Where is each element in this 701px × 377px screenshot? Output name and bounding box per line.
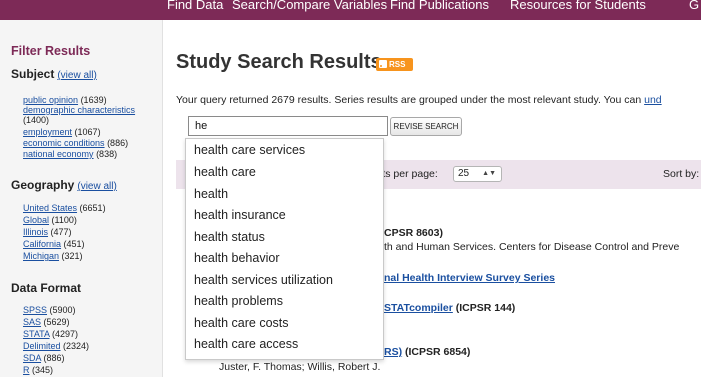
subject-heading-label: Subject	[11, 67, 55, 81]
top-navigation: Find Data Search/Compare Variables Find …	[0, 0, 701, 20]
autocomplete-item[interactable]: health behavior	[194, 251, 279, 265]
filter-item-count: (5629)	[43, 317, 70, 327]
autocomplete-item[interactable]: health problems	[194, 294, 283, 308]
filter-item-label[interactable]: California	[23, 239, 61, 249]
filter-item-public-opinion[interactable]: public opinion (1639)	[23, 95, 107, 105]
filter-item-count: (4297)	[52, 329, 79, 339]
geography-view-all-link[interactable]: (view all)	[77, 181, 116, 192]
filter-item-united-states[interactable]: United States (6651)	[23, 203, 106, 213]
result-3-link[interactable]: RS)	[384, 346, 402, 358]
search-input[interactable]	[188, 116, 388, 136]
filter-item-spss[interactable]: SPSS (5900)	[23, 305, 76, 315]
filter-item-count: (1067)	[74, 127, 101, 137]
filter-results-title: Filter Results	[11, 44, 91, 58]
filter-item-national-economy[interactable]: national economy (838)	[23, 149, 117, 159]
filter-item-demographic-characteristics[interactable]: demographic characteristics	[23, 105, 135, 115]
filter-item-employment[interactable]: employment (1067)	[23, 127, 101, 137]
series-link[interactable]: nal Health Interview Survey Series	[384, 272, 555, 284]
subject-heading: Subject (view all)	[11, 67, 97, 81]
autocomplete-item[interactable]: health insurance	[194, 208, 286, 222]
result-3-title[interactable]: RS) (ICPSR 6854)	[384, 346, 470, 358]
filter-item-count: (886)	[43, 353, 65, 363]
per-page-label: lts per page:	[380, 168, 438, 180]
autocomplete-item[interactable]: health status	[194, 230, 265, 244]
filter-item-michigan[interactable]: Michigan (321)	[23, 251, 83, 261]
filter-item-delimited[interactable]: Delimited (2324)	[23, 341, 89, 351]
filter-item-label[interactable]: Illinois	[23, 227, 48, 237]
results-summary: Your query returned 2679 results. Series…	[176, 94, 662, 106]
filter-item-label[interactable]: Delimited	[23, 341, 61, 351]
results-summary-text: Your query returned 2679 results. Series…	[176, 94, 645, 106]
revise-search-button[interactable]: REVISE SEARCH	[390, 117, 462, 136]
sort-by-label: Sort by:	[663, 168, 700, 180]
filter-item-label[interactable]: SDA	[23, 353, 41, 363]
filter-item-label[interactable]: Global	[23, 215, 49, 225]
filter-item-count: (1639)	[80, 95, 107, 105]
filter-item-global[interactable]: Global (1100)	[23, 215, 77, 225]
autocomplete-item[interactable]: health care costs	[194, 316, 289, 330]
nav-resources-for-students[interactable]: Resources for Students	[510, 0, 646, 12]
filter-item-label[interactable]: SPSS	[23, 305, 47, 315]
filter-item-count: (838)	[96, 149, 118, 159]
filter-item-illinois[interactable]: Illinois (477)	[23, 227, 72, 237]
filter-item-label[interactable]: employment	[23, 127, 72, 137]
autocomplete-item[interactable]: health care services	[194, 143, 305, 157]
summary-link[interactable]: und	[644, 94, 662, 106]
result-3-id: (ICPSR 6854)	[405, 346, 471, 358]
page-title: Study Search Results	[176, 51, 382, 73]
result-3-authors: Juster, F. Thomas; Willis, Robert J.	[219, 361, 381, 373]
rss-label: RSS	[389, 60, 406, 69]
filter-item-label[interactable]: economic conditions	[23, 138, 105, 148]
filter-item-label[interactable]: Michigan	[23, 251, 59, 261]
autocomplete-dropdown: health care services health care health …	[185, 138, 384, 360]
filter-item-count: (2324)	[63, 341, 90, 351]
result-2-link[interactable]: STATcompiler	[384, 302, 453, 314]
filter-item-stata[interactable]: STATA (4297)	[23, 329, 78, 339]
filter-item-label[interactable]: SAS	[23, 317, 41, 327]
autocomplete-item[interactable]: health services utilization	[194, 273, 333, 287]
filter-sidebar: Filter Results Subject (view all) public …	[0, 20, 163, 377]
nav-search-compare-variables[interactable]: Search/Compare Variables	[232, 0, 387, 12]
filter-item-count: (321)	[61, 251, 83, 261]
filter-item-sda[interactable]: SDA (886)	[23, 353, 65, 363]
filter-item-label[interactable]: United States	[23, 203, 77, 213]
filter-item-count: (886)	[107, 138, 129, 148]
result-1-title-fragment[interactable]: CPSR 8603)	[384, 227, 443, 239]
filter-item-california[interactable]: California (451)	[23, 239, 85, 249]
filter-item-count: (6651)	[79, 203, 106, 213]
geography-heading-label: Geography	[11, 178, 75, 192]
result-2-id: (ICPSR 144)	[455, 302, 516, 314]
rss-feed-button[interactable]: RSS	[376, 58, 413, 71]
result-2-title[interactable]: STATcompiler (ICPSR 144)	[384, 302, 515, 314]
result-1-series-link[interactable]: nal Health Interview Survey Series	[384, 272, 555, 284]
data-format-heading: Data Format	[11, 281, 82, 295]
filter-item-label[interactable]: national economy	[23, 149, 94, 159]
filter-item-r[interactable]: R (345)	[23, 365, 53, 375]
filter-item-count: (345)	[32, 365, 54, 375]
filter-item-count: (451)	[63, 239, 85, 249]
filter-item-count: (1100)	[51, 215, 77, 225]
filter-item-count-wrapped: (1400)	[23, 115, 50, 125]
filter-item-sas[interactable]: SAS (5629)	[23, 317, 70, 327]
filter-item-label[interactable]: public opinion	[23, 95, 78, 105]
filter-item-label[interactable]: STATA	[23, 329, 50, 339]
filter-item-count: (477)	[50, 227, 72, 237]
subject-view-all-link[interactable]: (view all)	[57, 70, 96, 81]
nav-find-data[interactable]: Find Data	[167, 0, 223, 12]
nav-item-cutoff[interactable]: G	[689, 0, 699, 12]
result-1-author-fragment: th and Human Services. Centers for Disea…	[384, 241, 680, 253]
rss-icon	[379, 60, 387, 68]
filter-item-economic-conditions[interactable]: economic conditions (886)	[23, 138, 128, 148]
filter-item-count: (5900)	[49, 305, 76, 315]
select-arrows-icon: ▲▼	[482, 170, 496, 177]
filter-item-label[interactable]: R	[23, 365, 30, 375]
filter-item-label[interactable]: demographic characteristics	[23, 105, 135, 115]
autocomplete-item[interactable]: health care access	[194, 337, 298, 351]
per-page-select[interactable]: 25 ▲▼	[453, 166, 502, 182]
nav-find-publications[interactable]: Find Publications	[390, 0, 489, 12]
geography-heading: Geography (view all)	[11, 178, 117, 192]
autocomplete-item[interactable]: health	[194, 187, 228, 201]
per-page-value: 25	[458, 168, 470, 179]
autocomplete-item[interactable]: health care	[194, 165, 256, 179]
